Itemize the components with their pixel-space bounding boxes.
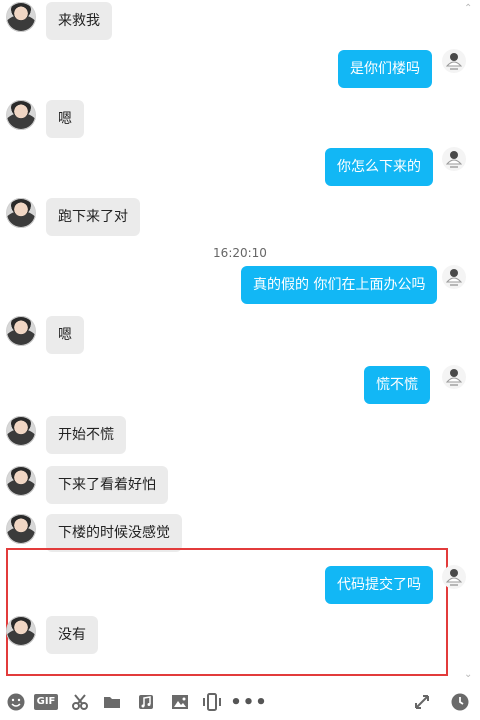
shake-icon[interactable] [198, 688, 226, 716]
message-bubble[interactable]: 来救我 [46, 2, 112, 40]
message-bubble[interactable]: 跑下来了对 [46, 198, 140, 236]
contact-avatar[interactable] [6, 198, 36, 228]
self-avatar[interactable] [441, 264, 467, 290]
self-avatar[interactable] [441, 146, 467, 172]
more-icon[interactable]: ••• [230, 688, 267, 716]
contact-avatar[interactable] [6, 466, 36, 496]
timestamp: 16:20:10 [213, 246, 267, 260]
contact-avatar[interactable] [6, 616, 36, 646]
scroll-up-icon[interactable]: ⌃ [464, 4, 474, 14]
message-bubble[interactable]: 嗯 [46, 316, 84, 354]
gif-label: GIF [33, 694, 59, 710]
music-icon[interactable] [132, 688, 160, 716]
contact-avatar[interactable] [6, 100, 36, 130]
input-toolbar: GIF ••• [0, 684, 480, 720]
self-avatar[interactable] [441, 364, 467, 390]
history-icon[interactable] [446, 688, 474, 716]
emoji-icon[interactable] [2, 688, 30, 716]
gif-icon[interactable]: GIF [32, 688, 60, 716]
message-bubble[interactable]: 嗯 [46, 100, 84, 138]
message-bubble[interactable]: 真的假的 你们在上面办公吗 [241, 266, 438, 304]
contact-avatar[interactable] [6, 514, 36, 544]
expand-icon[interactable] [408, 688, 436, 716]
scissors-icon[interactable] [66, 688, 94, 716]
message-bubble[interactable]: 你怎么下来的 [325, 148, 433, 186]
folder-icon[interactable] [98, 688, 126, 716]
message-bubble[interactable]: 代码提交了吗 [325, 566, 433, 604]
message-bubble[interactable]: 慌不慌 [364, 366, 430, 404]
message-bubble[interactable]: 是你们楼吗 [338, 50, 432, 88]
contact-avatar[interactable] [6, 316, 36, 346]
chat-area: 来救我 是你们楼吗 嗯 你怎么下来的 跑下来了对 16:20:10 真的假的 你… [0, 0, 480, 684]
contact-avatar[interactable] [6, 416, 36, 446]
message-bubble[interactable]: 下楼的时候没感觉 [46, 514, 182, 552]
image-icon[interactable] [166, 688, 194, 716]
self-avatar[interactable] [441, 48, 467, 74]
scroll-down-icon[interactable]: ⌄ [464, 670, 474, 680]
message-bubble[interactable]: 开始不慌 [46, 416, 126, 454]
message-bubble[interactable]: 没有 [46, 616, 98, 654]
self-avatar[interactable] [441, 564, 467, 590]
contact-avatar[interactable] [6, 2, 36, 32]
message-bubble[interactable]: 下来了看着好怕 [46, 466, 168, 504]
